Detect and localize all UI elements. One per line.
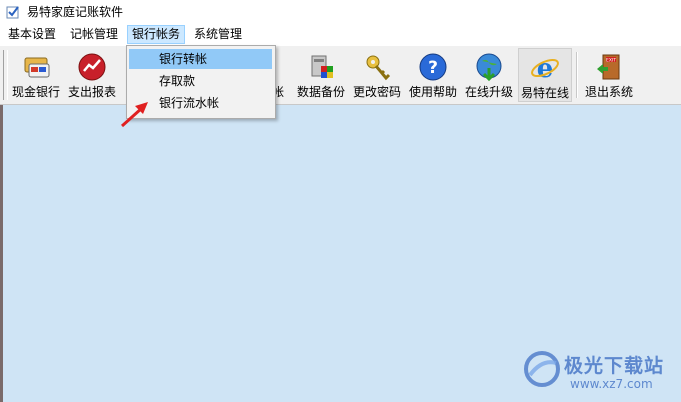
online-upgrade-label: 在线升级: [464, 85, 513, 99]
menu-basic-settings[interactable]: 基本设置: [4, 25, 60, 44]
key-icon: [366, 55, 391, 81]
help-button[interactable]: ? 使用帮助: [406, 48, 460, 102]
watermark: 极光下载站 www.xz7.com: [520, 345, 680, 400]
menu-bookkeeping[interactable]: 记帐管理: [66, 25, 122, 44]
change-password-label: 更改密码: [352, 85, 401, 99]
data-backup-icon: [311, 55, 333, 78]
data-backup-label: 数据备份: [296, 85, 345, 99]
app-checkmark-icon: [6, 6, 19, 19]
online-upgrade-icon: [476, 53, 502, 82]
ie-browser-icon: e: [531, 54, 559, 83]
svg-text:?: ?: [428, 58, 438, 78]
menu-system-management[interactable]: 系统管理: [190, 25, 246, 44]
menu-bank-accounts[interactable]: 银行帐务: [127, 25, 186, 44]
change-password-button[interactable]: 更改密码: [350, 48, 404, 102]
help-icon: ?: [419, 53, 447, 81]
menu-bar: 基本设置 记帐管理 银行帐务 系统管理: [0, 25, 681, 45]
expense-report-button[interactable]: 支出报表: [65, 48, 119, 102]
data-backup-button[interactable]: 数据备份: [294, 48, 348, 102]
watermark-text: 极光下载站: [564, 355, 665, 377]
watermark-url: www.xz7.com: [570, 377, 653, 391]
yite-online-button[interactable]: e 易特在线: [518, 48, 572, 102]
annotation-arrow-icon: [120, 102, 148, 128]
cash-bank-label: 现金银行: [11, 85, 60, 99]
help-label: 使用帮助: [408, 85, 457, 99]
yite-online-label: 易特在线: [520, 86, 569, 100]
expense-report-icon: [78, 53, 106, 81]
online-upgrade-button[interactable]: 在线升级: [462, 48, 516, 102]
exit-door-icon: EXIT: [597, 54, 620, 80]
title-bar: 易特家庭记账软件: [0, 0, 681, 24]
exit-system-label: 退出系统: [584, 85, 633, 99]
cash-bank-icon: [24, 57, 50, 78]
menu-item-bank-transfer[interactable]: 银行转帐: [129, 49, 272, 69]
svg-text:EXIT: EXIT: [606, 58, 616, 64]
workspace-left-edge: [0, 105, 3, 402]
svg-text:e: e: [537, 54, 554, 83]
exit-system-button[interactable]: EXIT 退出系统: [582, 48, 636, 102]
expense-report-label: 支出报表: [67, 85, 116, 99]
toolbar: 现金银行 支出报表 帐 数据备份 更改密码 ? 使用帮助 在线升级 e 易特在线…: [0, 46, 681, 105]
cash-bank-button[interactable]: 现金银行: [9, 48, 63, 102]
aurora-logo-icon: [524, 351, 560, 387]
menu-item-deposit-withdraw[interactable]: 存取款: [129, 71, 272, 91]
toolbar-separator: [576, 52, 578, 98]
toolbar-grip[interactable]: [3, 50, 8, 100]
window-title: 易特家庭记账软件: [27, 5, 124, 19]
